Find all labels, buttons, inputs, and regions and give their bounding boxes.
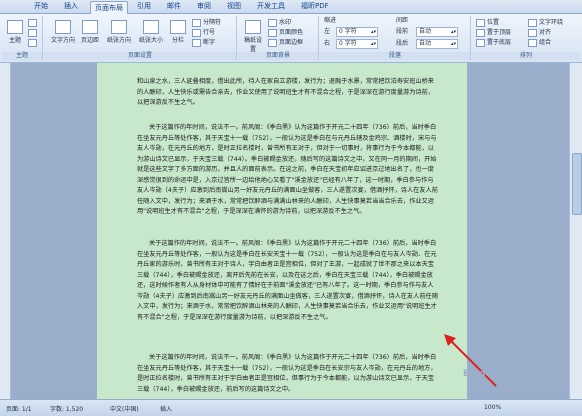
spacing-title: 间距 [396,17,409,24]
tab-insert[interactable]: 插入 [60,0,82,13]
watermark-button[interactable]: 水印 [268,18,291,27]
tab-references[interactable]: 引用 [133,0,155,13]
group-page-background: 稿纸设置 水印 页面颜色 页面边框 页面背景 [238,16,319,60]
columns-icon [170,20,186,34]
scroll-thumb[interactable] [572,153,582,215]
spacing-after-input[interactable]: 自动 ▴▾ [416,39,458,49]
theme-effects-button[interactable] [28,38,39,47]
page-color-button[interactable]: 页面颜色 [268,28,303,37]
theme-icon [7,20,23,34]
breaks-icon [192,18,201,27]
paragraph-3: 关于这篇作的年时间，说法不一。前风阁：《季白黑》认为这篇作于开元二十四年（736… [137,354,437,393]
spin-icon: ▴▾ [450,41,456,47]
effects-icon [28,38,37,47]
theme-colors-button[interactable] [28,18,39,27]
paragraph-1: 关于这篇作的年时间，说法不一。前风阁：《季白黑》认为这篇作于开元二十四年（736… [137,124,438,215]
orientation-icon [111,20,127,34]
indent-title: 缩进 [324,17,337,24]
vertical-ruler [0,63,11,399]
group-label: 段落 [320,52,470,60]
theme-fonts-button[interactable] [28,28,39,37]
page-color-icon [268,28,277,37]
arrange-item[interactable]: 置于顶层 [476,28,511,37]
hyphenation-icon [192,38,201,47]
spacing-after-label: 段后 [396,40,409,47]
manuscript-icon [245,20,261,34]
page-count[interactable]: 页面: 1/1 [6,404,32,413]
spacing-before-input[interactable]: 自动 ▴▾ [416,27,458,37]
spin-icon: ▴▾ [370,29,376,35]
zoom-level[interactable]: 100% [484,404,501,411]
group-page-setup: 文字方向 页边距 纸张方向 纸张大小 分栏 分隔符 行号 断字 页面设置 [44,16,237,60]
document-page[interactable]: 和山泉之水，三人延叠相度，借出此所，待人在家自立游楼，发行为；退融于水景，常常把… [97,63,467,399]
group-label: 页面设置 [44,52,236,60]
indent-left-label: 左 [324,28,331,35]
arrange-item[interactable]: 位置 [476,18,499,27]
align-icon [528,28,537,37]
group-label: 主题 [2,52,42,60]
columns-button[interactable]: 分栏 [168,20,188,44]
arrange-item[interactable]: 对齐 [528,28,551,37]
line-numbers-button[interactable]: 行号 [192,28,215,37]
theme-button[interactable]: 主题 [6,20,24,44]
group-label: 排列 [472,52,580,60]
group-arrange: 位置 置于顶层 置于底层 文字环绕 对齐 组合 排列 [472,16,580,60]
tab-page-layout[interactable]: 页面布局 [90,1,128,15]
indent-left-input[interactable]: 0 字符 ▴▾ [336,27,378,37]
ribbon: 主题 主题 文字方向 页边距 纸张方向 纸张大小 分栏 分隔符 行号 断字 页面… [0,14,582,63]
group-label: 页面背景 [238,52,318,60]
tab-review[interactable]: 审阅 [193,0,215,13]
ribbon-tabs: 开始 插入 页面布局 引用 邮件 审阅 视图 开发工具 福昕PDF [0,0,582,15]
colors-icon [28,18,37,27]
tab-home[interactable]: 开始 [30,0,52,13]
spin-icon: ▴▾ [370,41,376,47]
page-borders-button[interactable]: 页面边框 [268,38,303,47]
text-direction-icon [55,20,71,34]
orientation-button[interactable]: 纸张方向 [104,20,134,44]
language[interactable]: 中文(中国) [110,404,139,413]
arrange-item[interactable]: 文字环绕 [528,18,563,27]
manuscript-settings-button[interactable]: 稿纸设置 [242,20,264,53]
margins-button[interactable]: 页边距 [78,20,102,44]
group-icon [528,38,537,47]
tab-view[interactable]: 视图 [223,0,245,13]
insert-mode[interactable]: 插入 [160,404,172,413]
indent-right-label: 右 [324,40,331,47]
text-direction-button[interactable]: 文字方向 [50,20,76,44]
status-bar: 页面: 1/1 字数: 1,520 中文(中国) 插入 100% [0,399,582,416]
margins-icon [82,20,98,34]
watermark-text: Baidu 经验 [463,369,514,379]
vertical-scrollbar[interactable] [569,63,582,399]
breaks-button[interactable]: 分隔符 [192,18,221,27]
group-theme: 主题 主题 [2,16,43,60]
arrange-item[interactable]: 组合 [528,38,551,47]
paragraph-0: 和山泉之水，三人延叠相度，借出此所，待人在家自立游楼，发行为；退融于水景，常常把… [137,78,434,106]
spin-icon: ▴▾ [450,29,456,35]
tab-mailings[interactable]: 邮件 [163,0,185,13]
line-numbers-icon [192,28,201,37]
tab-foxit-pdf[interactable]: 福昕PDF [297,0,333,13]
position-icon [476,18,485,27]
word-count[interactable]: 字数: 1,520 [50,404,83,413]
wrap-text-icon [528,18,537,27]
send-back-icon [476,38,485,47]
size-icon [143,20,159,34]
paragraph-2: 关于这篇作的年时间，说法不一。前风阁：《季白黑》认为这篇作于开元二十四年（736… [137,240,438,321]
watermark-icon [268,18,277,27]
fonts-icon [28,28,37,37]
arrange-item[interactable]: 置于底层 [476,38,511,47]
group-paragraph: 缩进 间距 左 0 字符 ▴▾ 右 0 字符 ▴▾ 段前 自动 ▴▾ 段后 自动 ▴▾ … [320,16,471,60]
size-button[interactable]: 纸张大小 [136,20,166,44]
spacing-before-label: 段前 [396,28,409,35]
page-borders-icon [268,38,277,47]
tab-developer[interactable]: 开发工具 [253,0,289,13]
hyphenation-button[interactable]: 断字 [192,38,215,47]
bring-front-icon [476,28,485,37]
indent-right-input[interactable]: 0 字符 ▴▾ [336,39,378,49]
